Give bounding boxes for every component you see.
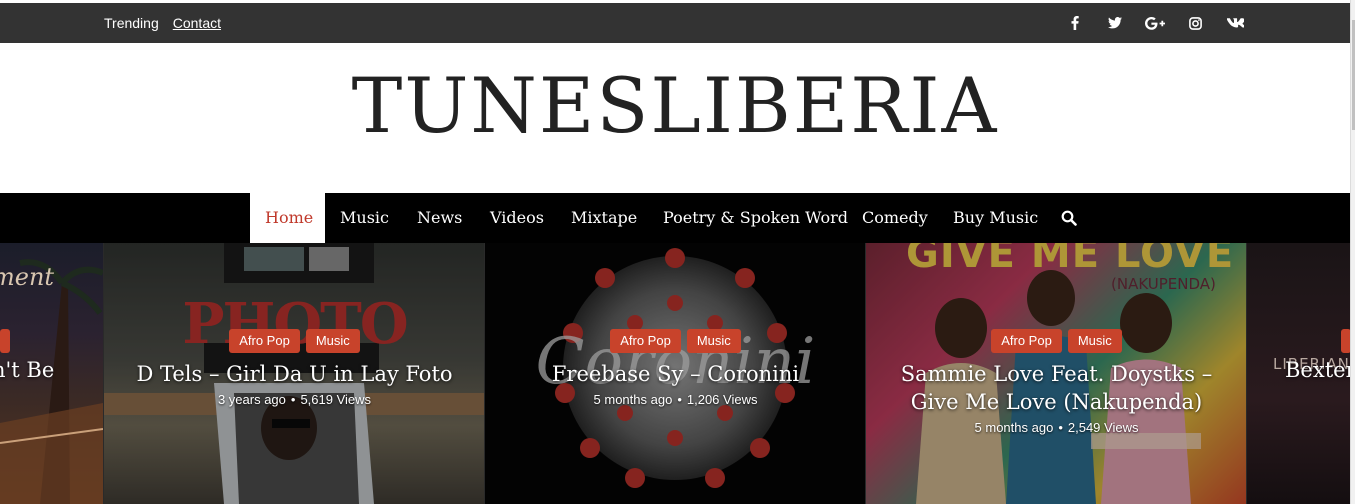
meta-separator: • [677,392,682,407]
post-views: 1,206 Views [686,392,758,407]
facebook-icon[interactable] [1055,16,1095,30]
post-views: 2,549 Views [1067,420,1139,435]
contact-link[interactable]: Contact [173,15,221,31]
card-tags: Afro Pop Music [866,329,1247,353]
nav-item-poetry[interactable]: Poetry & Spoken Word [648,193,863,243]
social-links [1055,3,1255,43]
meta-separator: • [290,392,296,407]
meta-separator: • [1058,420,1063,435]
main-nav: Home Music News Videos Mixtape Poetry & … [0,193,1350,243]
site-header: TUNESLIBERIA [0,43,1350,193]
featured-slider: ment n't Be PHOTO Afro Pop Music D Tels … [0,243,1350,504]
trending-link[interactable]: Trending [104,15,159,31]
post-views: 5,619 Views [300,392,372,407]
category-tag[interactable]: Music [686,329,741,353]
scrollbar[interactable] [1350,0,1355,504]
top-links: Trending Contact [104,3,221,43]
google-plus-icon[interactable] [1135,16,1175,30]
category-tag[interactable]: Afro Pop [229,329,300,353]
slider-card[interactable]: Coronini Afro Pop Music Freebase Sy – Co… [484,243,866,504]
slider-card[interactable]: PHOTO Afro Pop Music D Tels – Girl Da U … [103,243,485,504]
category-tag[interactable] [1341,329,1350,353]
card-content: Afro Pop Music Sammie Love Feat. Doystks… [866,329,1247,435]
nav-item-videos[interactable]: Videos [475,193,559,243]
slider-card[interactable]: GIVE ME LOVE (NAKUPENDA) Afro Pop Music … [865,243,1247,504]
category-tag[interactable]: Afro Pop [610,329,681,353]
vk-icon[interactable] [1215,18,1255,28]
site-logo[interactable]: TUNESLIBERIA [0,61,1350,150]
slider-card-partial-left[interactable]: ment n't Be [0,243,103,504]
card-content: Afro Pop Music D Tels – Girl Da U in Lay… [104,329,485,407]
category-tag[interactable]: Music [1067,329,1122,353]
nav-item-news[interactable]: News [402,193,477,243]
category-tag[interactable]: Afro Pop [991,329,1062,353]
nav-item-mixtape[interactable]: Mixtape [556,193,652,243]
post-time: 5 months ago [974,420,1054,435]
post-time: 3 years ago [217,392,286,407]
nav-item-buy-music[interactable]: Buy Music [938,193,1053,243]
card-meta: 3 years ago • 5,619 Views [104,392,485,407]
nav-item-comedy[interactable]: Comedy [847,193,943,243]
search-icon[interactable] [1061,193,1077,243]
card-content: Afro Pop Music Freebase Sy – Coronini 5 … [485,329,866,407]
card-title[interactable]: Sammie Love Feat. Doystks – Give Me Love… [866,360,1247,416]
card-meta: 5 months ago • 2,549 Views [866,420,1247,435]
card-art-text: ment [0,263,55,291]
card-tags: Afro Pop Music [485,329,866,353]
card-meta: 5 months ago • 1,206 Views [485,392,866,407]
slider-card-partial-right[interactable]: LIBERIAN Bexter [1246,243,1350,504]
top-bar: Trending Contact [0,3,1350,43]
category-tag[interactable] [0,329,10,353]
category-tag[interactable]: Music [305,329,360,353]
post-time: 5 months ago [593,392,673,407]
card-title[interactable]: n't Be [0,358,54,382]
twitter-icon[interactable] [1095,17,1135,29]
nav-item-home[interactable]: Home [250,193,325,243]
card-title[interactable]: D Tels – Girl Da U in Lay Foto [104,360,485,388]
card-tags: Afro Pop Music [104,329,485,353]
nav-item-music[interactable]: Music [325,193,404,243]
card-title[interactable]: Freebase Sy – Coronini [485,360,866,388]
instagram-icon[interactable] [1175,16,1215,30]
card-title[interactable]: Bexter [1285,358,1350,382]
